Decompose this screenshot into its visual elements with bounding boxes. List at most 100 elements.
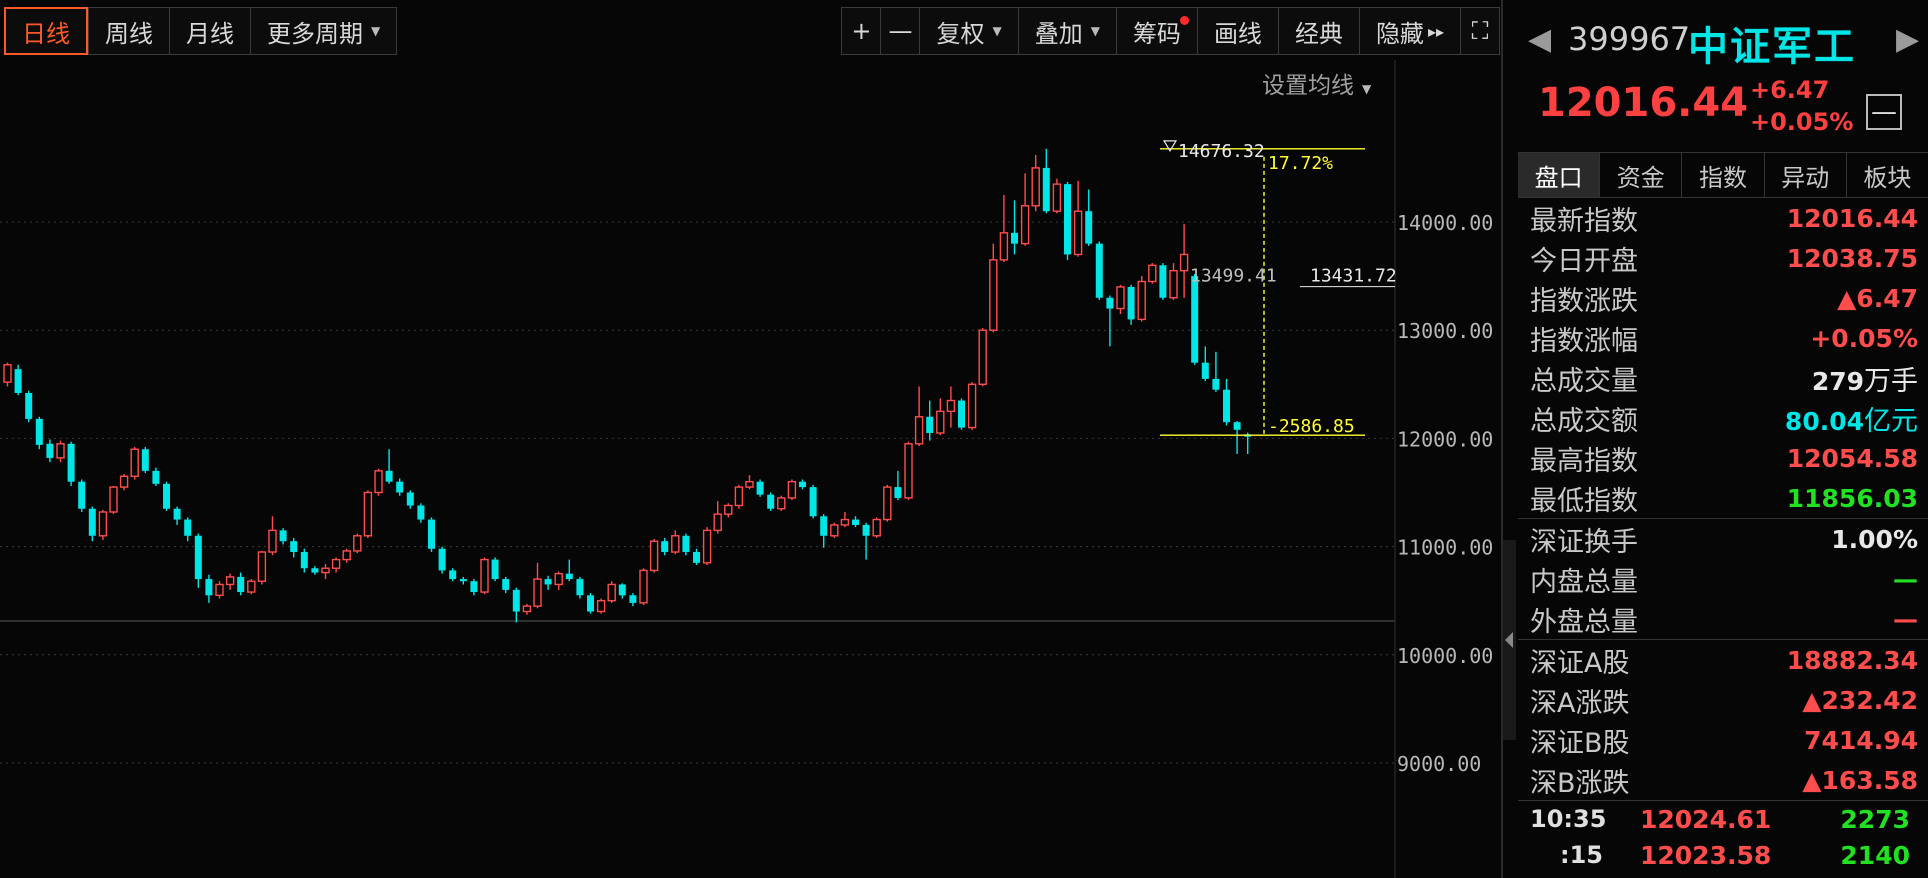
period-weekly-button[interactable]: 周线 — [88, 7, 169, 55]
stat-label: 最低指数 — [1530, 485, 1638, 517]
candle-body — [999, 232, 1009, 261]
chips-button[interactable]: 筹码 — [1115, 7, 1197, 55]
stat-label: 深证换手 — [1530, 526, 1638, 558]
candle — [1052, 178, 1062, 214]
chevron-down-icon: ▼ — [1090, 24, 1100, 38]
previous-stock-icon[interactable]: ◀ — [1528, 22, 1551, 57]
candle — [734, 484, 744, 509]
candle — [999, 194, 1009, 263]
candle — [544, 575, 552, 590]
candle — [1106, 295, 1114, 347]
tab-order-book[interactable]: 盘口 — [1518, 153, 1600, 197]
candle-body — [311, 568, 319, 573]
zoom-in-button[interactable]: + — [841, 7, 881, 55]
tab-alerts[interactable]: 异动 — [1763, 153, 1846, 197]
quote-header: ◀ 399967 中证军工 ▶ 12016.44 +6.47 +0.05% — — [1518, 0, 1928, 150]
stat-value: — — [1893, 604, 1918, 634]
quote-tabs: 盘口 资金 指数 异动 板块 — [1518, 152, 1928, 198]
candle-body — [787, 480, 797, 499]
candle-body — [607, 583, 616, 602]
candle — [480, 557, 489, 595]
candle-body — [237, 576, 245, 593]
candle-body — [724, 504, 733, 515]
collapse-panel-handle[interactable] — [1503, 540, 1516, 740]
stat-label: 深A涨跌 — [1530, 687, 1630, 719]
stat-row: 最新指数 12016.44 — [1518, 198, 1928, 238]
candle-body — [268, 529, 277, 553]
candle — [967, 382, 977, 430]
candle-body — [46, 443, 54, 458]
candle — [830, 522, 839, 538]
candle — [767, 492, 775, 511]
candle — [894, 470, 902, 501]
stat-label: 深B涨跌 — [1530, 767, 1630, 799]
chart-tools: + — 复权 ▼ 叠加 ▼ 筹码 画线 经典 隐藏 ▸▸ ⛶ — [841, 7, 1500, 55]
candle-body — [1116, 286, 1125, 310]
tick-time: :15 — [1560, 841, 1603, 869]
candle — [1116, 284, 1125, 314]
next-stock-icon[interactable]: ▶ — [1896, 22, 1919, 57]
stat-row: 指数涨跌 ▲6.47 — [1518, 278, 1928, 318]
candle-body — [1052, 183, 1062, 212]
change-percent: +0.05% — [1750, 108, 1854, 136]
candle — [724, 503, 733, 518]
hide-label: 隐藏 — [1375, 19, 1424, 48]
classic-button[interactable]: 经典 — [1277, 7, 1359, 55]
tick-volume: 2273 — [1840, 804, 1910, 834]
collapse-icon[interactable]: — — [1866, 94, 1902, 130]
candlestick-chart[interactable]: 14676.3217.72% -2586.85 13499.41 13431.72 1… — [0, 60, 1500, 878]
candle — [671, 530, 680, 555]
draw-line-button[interactable]: 画线 — [1196, 7, 1278, 55]
candle — [109, 486, 118, 515]
tab-sectors[interactable]: 板块 — [1845, 153, 1928, 197]
period-daily-button[interactable]: 日线 — [4, 7, 88, 55]
candle-body — [257, 551, 267, 582]
candle-body — [629, 595, 637, 603]
candle — [1212, 351, 1220, 392]
candles — [3, 148, 1252, 623]
stat-label: 总成交额 — [1530, 405, 1638, 437]
zoom-out-button[interactable]: — — [880, 7, 920, 55]
y-tick-label: 10000.00 — [1397, 644, 1493, 668]
overlay-dropdown[interactable]: 叠加 ▼ — [1017, 7, 1116, 55]
candle-body — [618, 584, 626, 596]
period-monthly-button[interactable]: 月线 — [169, 7, 250, 55]
candle-body — [225, 576, 235, 586]
fullscreen-expand-icon[interactable]: ⛶ — [1460, 7, 1500, 55]
candle — [311, 566, 319, 575]
candle-body — [809, 487, 817, 517]
candle-body — [109, 486, 118, 513]
candle — [809, 484, 817, 519]
candle-body — [862, 524, 870, 536]
stat-row: 总成交量 279万手 — [1518, 358, 1928, 398]
candle-body — [300, 552, 308, 569]
tab-index[interactable]: 指数 — [1681, 153, 1763, 197]
adjust-rights-label: 复权 — [936, 19, 985, 48]
candle-body — [649, 540, 659, 572]
candle — [1127, 284, 1135, 325]
stat-label: 指数涨跌 — [1530, 285, 1638, 317]
candle-body — [35, 418, 43, 445]
period-selector: 日线 周线 月线 更多周期 ▼ — [4, 7, 398, 55]
range-diff-label: -2586.85 — [1268, 416, 1355, 437]
candle-body — [1179, 253, 1189, 272]
candle-body — [119, 475, 129, 488]
candle — [119, 474, 129, 491]
period-more-dropdown[interactable]: 更多周期 ▼ — [250, 7, 398, 55]
hide-button[interactable]: 隐藏 ▸▸ — [1358, 7, 1460, 55]
candle — [163, 481, 170, 511]
candle-body — [1064, 184, 1071, 255]
stat-row: 深证B股 7414.94 — [1518, 720, 1928, 760]
candle-body — [215, 583, 224, 596]
tab-funds[interactable]: 资金 — [1599, 153, 1681, 197]
candle-body — [894, 487, 902, 498]
candle-body — [1191, 276, 1199, 363]
stat-value: ▲6.47 — [1837, 283, 1918, 313]
candle-body — [946, 399, 956, 413]
candle — [756, 479, 764, 497]
candle — [406, 490, 414, 509]
candle — [88, 506, 96, 542]
candle — [946, 386, 956, 428]
adjust-rights-dropdown[interactable]: 复权 ▼ — [919, 7, 1018, 55]
candle — [618, 583, 626, 599]
